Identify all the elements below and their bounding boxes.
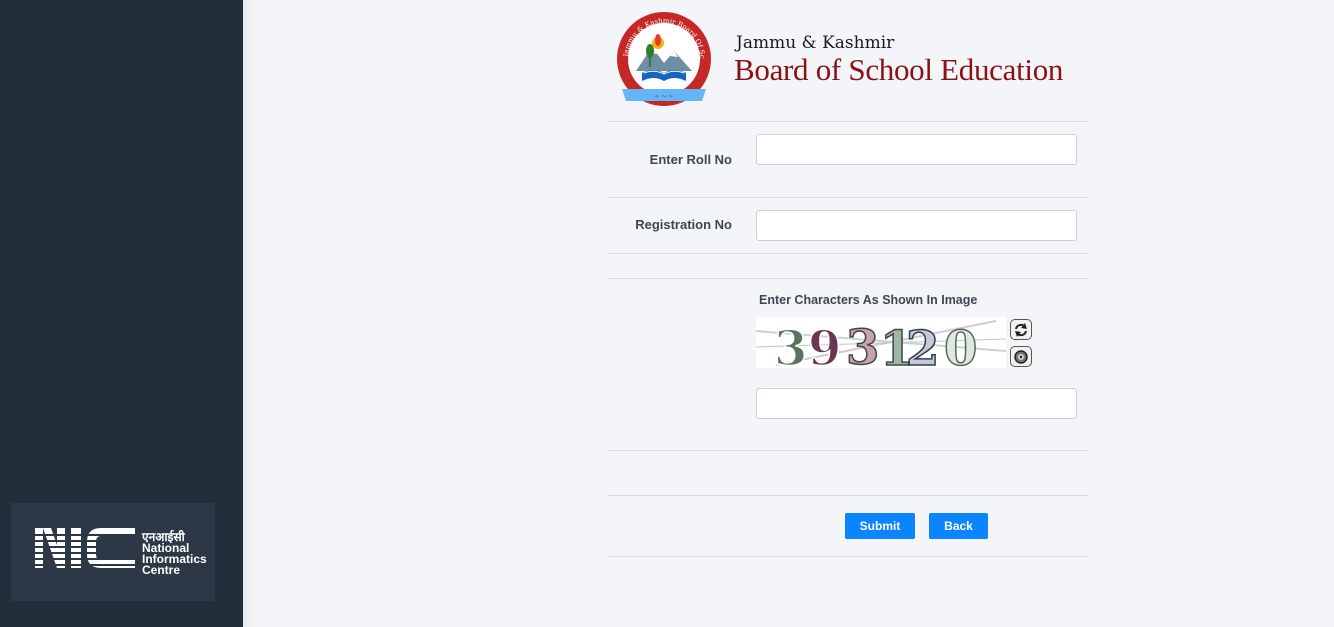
svg-text:0: 0 — [944, 321, 977, 368]
nic-logo-box[interactable]: एनआईसी National Informatics Centre — [11, 503, 215, 601]
divider — [607, 278, 1088, 279]
divider — [607, 495, 1088, 496]
divider — [607, 121, 1088, 122]
back-button[interactable]: Back — [929, 513, 988, 539]
registration-no-input[interactable] — [756, 210, 1077, 241]
captcha-image: 3 9 3 1 2 0 — [756, 317, 1006, 368]
svg-text:9: 9 — [808, 321, 841, 368]
submit-button[interactable]: Submit — [845, 513, 915, 539]
nic-line-3: Centre — [142, 563, 181, 577]
sidebar-shadow — [243, 0, 255, 627]
speaker-icon — [1014, 349, 1028, 364]
nic-logo — [35, 528, 137, 568]
roll-no-input[interactable] — [756, 134, 1077, 165]
captcha-graphic: 3 9 3 1 2 0 — [756, 319, 1006, 368]
refresh-captcha-button[interactable] — [1010, 319, 1032, 340]
divider — [607, 197, 1088, 198]
divider — [607, 253, 1088, 254]
jkbose-logo: Jammu & Kashmir Board Of School Educatio… — [614, 9, 711, 106]
captcha-label: Enter Characters As Shown In Image — [759, 293, 978, 307]
svg-text:3: 3 — [774, 321, 807, 368]
brand-subtitle: Jammu & Kashmir — [736, 33, 895, 53]
divider — [607, 556, 1088, 557]
refresh-icon — [1015, 322, 1027, 337]
registration-no-label: Registration No — [635, 217, 732, 232]
svg-text:3: 3 — [846, 320, 879, 368]
svg-text:~ ~ ~: ~ ~ ~ — [655, 93, 674, 100]
sidebar: एनआईसी National Informatics Centre — [0, 0, 243, 627]
captcha-input[interactable] — [756, 388, 1077, 419]
audio-captcha-button[interactable] — [1010, 346, 1032, 367]
brand-title: Board of School Education — [734, 52, 1064, 87]
divider — [607, 450, 1088, 451]
svg-text:2: 2 — [906, 321, 939, 368]
roll-no-label: Enter Roll No — [649, 152, 732, 167]
